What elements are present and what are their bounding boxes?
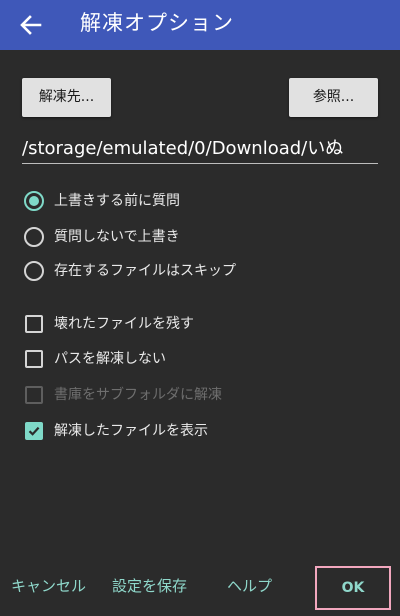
checkbox-checked[interactable] bbox=[25, 422, 43, 440]
checkbox-label: 解凍したファイルを表示 bbox=[54, 423, 208, 439]
page-title: 解凍オプション bbox=[80, 11, 234, 35]
ok-button[interactable]: OK bbox=[315, 566, 391, 610]
cancel-button[interactable]: キャンセル bbox=[11, 566, 86, 606]
checkbox-option-show-extracted-files[interactable]: 解凍したファイルを表示 bbox=[22, 417, 342, 445]
checkbox-option-ignore-paths[interactable]: パスを解凍しない bbox=[22, 345, 342, 373]
checkbox-option-keep-broken-files[interactable]: 壊れたファイルを残す bbox=[22, 310, 342, 338]
save-settings-button[interactable]: 設定を保存 bbox=[112, 566, 187, 606]
checkbox-disabled bbox=[25, 386, 43, 404]
radio-option-ask-before-overwrite[interactable]: 上書きする前に質問 bbox=[22, 187, 342, 215]
checkbox-label: パスを解凍しない bbox=[54, 351, 166, 367]
app-bar: 解凍オプション bbox=[0, 0, 400, 50]
checkbox-label: 書庫をサブフォルダに解凍 bbox=[54, 387, 222, 403]
checkbox[interactable] bbox=[25, 315, 43, 333]
checkbox-option-extract-to-subfolder: 書庫をサブフォルダに解凍 bbox=[22, 381, 342, 409]
radio-button-selected[interactable] bbox=[24, 191, 44, 211]
browse-button[interactable]: 参照... bbox=[289, 78, 378, 117]
destination-button[interactable]: 解凍先... bbox=[22, 78, 111, 117]
checkbox[interactable] bbox=[25, 350, 43, 368]
radio-button[interactable] bbox=[24, 227, 44, 247]
help-button[interactable]: ヘルプ bbox=[227, 566, 272, 606]
radio-label: 存在するファイルはスキップ bbox=[54, 263, 236, 279]
radio-label: 質問しないで上書き bbox=[54, 229, 180, 245]
arrow-back-icon[interactable] bbox=[16, 10, 46, 40]
radio-dot bbox=[29, 196, 39, 206]
checkmark-icon bbox=[28, 426, 40, 436]
checkbox-label: 壊れたファイルを残す bbox=[54, 316, 194, 332]
radio-button[interactable] bbox=[24, 261, 44, 281]
radio-option-skip-existing[interactable]: 存在するファイルはスキップ bbox=[22, 257, 342, 285]
destination-path-input[interactable]: /storage/emulated/0/Download/いぬ bbox=[22, 134, 378, 164]
radio-option-overwrite-without-asking[interactable]: 質問しないで上書き bbox=[22, 223, 342, 251]
radio-label: 上書きする前に質問 bbox=[54, 193, 180, 209]
